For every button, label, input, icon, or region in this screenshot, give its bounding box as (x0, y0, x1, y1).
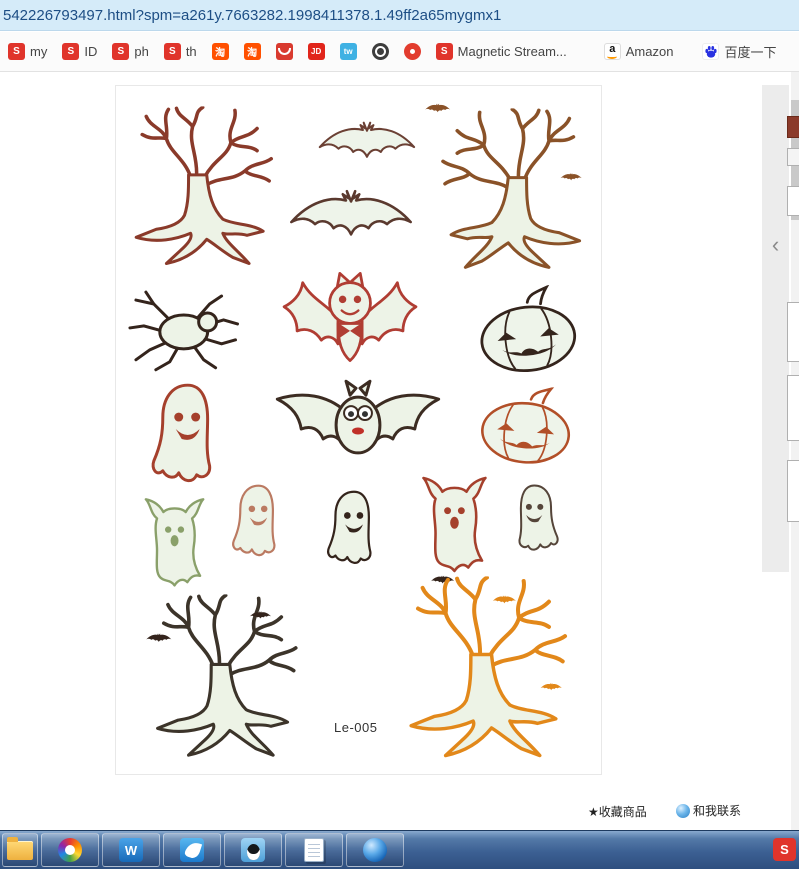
bookmark-th[interactable]: S th (164, 43, 197, 60)
tiny-bat (146, 633, 171, 642)
bookmark-label: Magnetic Stream... (458, 44, 567, 59)
taskbar-qq-button[interactable] (224, 833, 282, 867)
bookmark-label: 百度一下 (724, 42, 776, 61)
bookmark-label: ID (84, 44, 97, 59)
edge-toolbar-button-red[interactable] (787, 116, 799, 138)
bookmark-jd[interactable]: JD (308, 43, 325, 60)
jack-o-lantern-dark (477, 285, 578, 375)
bat-outline-middle (291, 191, 410, 234)
footer-links: ★收藏商品 和我联系 (0, 803, 799, 823)
red-s-icon: S (164, 43, 181, 60)
halloween-sticker-art (116, 86, 601, 774)
notepad-icon (304, 838, 324, 862)
red-s-icon: S (8, 43, 25, 60)
ghost-dark-smile (328, 492, 370, 563)
contact-qq-icon (676, 804, 690, 818)
baidu-paw-icon (702, 43, 719, 60)
spooky-tree-brown (443, 109, 580, 267)
taobao-icon: 淘 (244, 43, 261, 60)
blue-globe-icon (363, 838, 387, 862)
spooky-tree-orange (411, 578, 565, 756)
bookmark-dark-app[interactable] (372, 43, 389, 60)
bookmark-label: my (30, 44, 47, 59)
jack-o-lantern-orange (480, 383, 573, 466)
taskbar-blue-globe-button[interactable] (346, 833, 404, 867)
contact-label: 和我联系 (693, 802, 741, 819)
edge-toolbar-button[interactable] (787, 148, 799, 166)
cartoon-bat-red (284, 273, 416, 360)
blue-app-icon: tw (340, 43, 357, 60)
bookmark-label: th (186, 44, 197, 59)
edge-toolbar-button[interactable] (787, 460, 799, 522)
spooky-tree-dark (158, 595, 296, 755)
bookmark-label: Amazon (626, 44, 674, 59)
tray-red-s-icon[interactable]: S (773, 838, 796, 861)
taskbar: W S (0, 830, 799, 869)
bookmark-blue-app[interactable]: tw (340, 43, 357, 60)
flying-bat-face (277, 381, 438, 453)
sku-label: Le-005 (334, 720, 377, 735)
carousel-prev-chevron[interactable]: ‹ (770, 235, 782, 255)
ghost-thin-outline (519, 485, 557, 549)
spider (130, 292, 238, 370)
feather-app-icon (180, 838, 204, 862)
edge-toolbar-button[interactable] (787, 186, 799, 216)
qq-penguin-icon (241, 838, 265, 862)
taskbar-notepad-button[interactable] (285, 833, 343, 867)
amazon-icon: a (604, 43, 621, 60)
colorful-browser-icon (58, 838, 82, 862)
tiny-bat (425, 103, 450, 112)
taskbar-browser-button[interactable] (41, 833, 99, 867)
ghost-red (153, 385, 210, 480)
tiny-bat (493, 595, 516, 603)
favorite-item-link[interactable]: ★收藏商品 (588, 803, 647, 820)
red-s-icon: S (436, 43, 453, 60)
ghost-arms-green (146, 499, 203, 585)
ghost-arms-red (423, 478, 485, 571)
bookmark-red-app[interactable] (276, 43, 293, 60)
spooky-tree-dark-red (136, 107, 271, 263)
bookmark-baidu[interactable]: 百度一下 (702, 42, 776, 61)
taobao-icon: 淘 (212, 43, 229, 60)
taskbar-wps-button[interactable]: W (102, 833, 160, 867)
red-s-icon: S (62, 43, 79, 60)
taskbar-feather-app-button[interactable] (163, 833, 221, 867)
page-url: 542226793497.html?spm=a261y.7663282.1998… (0, 7, 501, 24)
taskbar-explorer-button[interactable] (2, 833, 38, 867)
bookmark-id[interactable]: S ID (62, 43, 97, 60)
amazon-a-glyph: a (609, 45, 615, 54)
product-image[interactable]: Le-005 (115, 85, 602, 775)
bookmark-ph[interactable]: S ph (112, 43, 148, 60)
browser-window: 542226793497.html?spm=a261y.7663282.1998… (0, 0, 799, 869)
contact-me-link[interactable]: 和我联系 (676, 802, 741, 819)
explorer-folder-icon (7, 841, 33, 860)
bookmark-amazon[interactable]: a Amazon (604, 43, 674, 60)
bookmark-taobao-1[interactable]: 淘 (212, 43, 229, 60)
bookmark-taobao-2[interactable]: 淘 (244, 43, 261, 60)
edge-toolbar-button[interactable] (787, 375, 799, 441)
red-circle-app-icon (404, 43, 421, 60)
bookmark-magnetic-stream[interactable]: S Magnetic Stream... (436, 43, 567, 60)
right-side-panel: ‹ (762, 85, 789, 572)
red-square-app-icon (276, 43, 293, 60)
tiny-bat (431, 575, 454, 583)
red-s-icon: S (112, 43, 129, 60)
tiny-bat (541, 683, 562, 691)
bookmark-my[interactable]: S my (8, 43, 47, 60)
bookmark-red-circle-app[interactable] (404, 43, 421, 60)
edge-toolbar-button[interactable] (787, 302, 799, 362)
jd-icon: JD (308, 43, 325, 60)
bookmarks-bar: S my S ID S ph S th 淘 淘 JD tw (0, 32, 799, 72)
ghost-pink (233, 486, 274, 555)
address-bar[interactable]: 542226793497.html?spm=a261y.7663282.1998… (0, 0, 799, 31)
bookmark-label: ph (134, 44, 148, 59)
tiny-bat (561, 173, 582, 181)
dark-circle-app-icon (372, 43, 389, 60)
bat-outline-top (320, 123, 414, 157)
wps-icon: W (119, 838, 143, 862)
amazon-smile-icon (607, 54, 617, 59)
page-content: Le-005 ‹ ★收藏商品 和我联系 (0, 72, 799, 830)
